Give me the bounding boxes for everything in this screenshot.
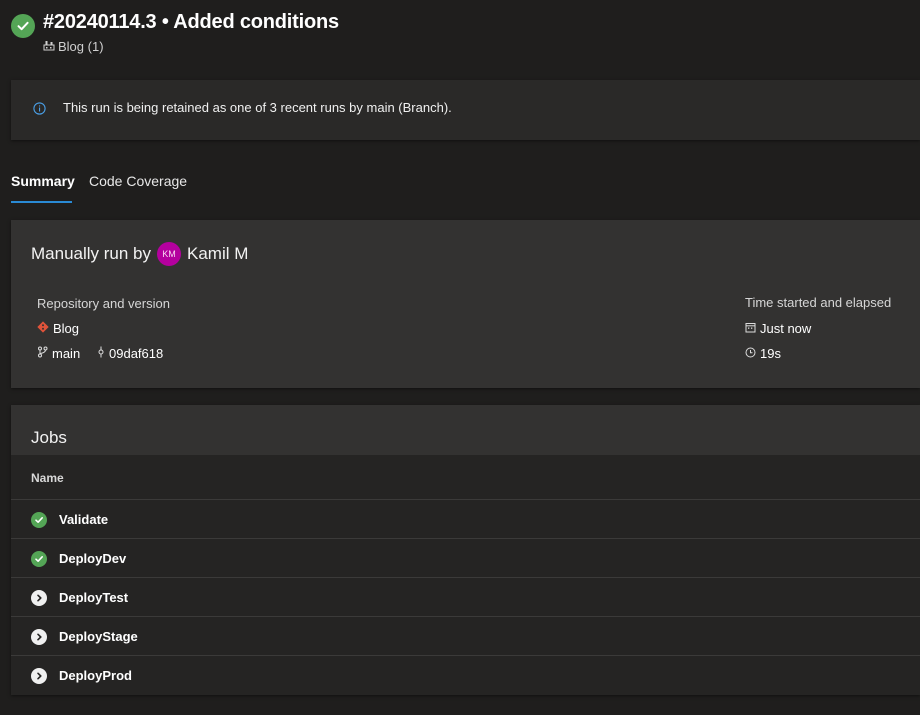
branch-icon	[37, 346, 48, 361]
pipeline-name: Blog (1)	[58, 39, 104, 54]
job-row-validate[interactable]: Validate	[11, 499, 920, 539]
job-name: DeployTest	[59, 590, 129, 605]
selected-tab-indicator	[11, 201, 72, 203]
run-by-label: Manually run by	[31, 244, 152, 263]
branch-name: main	[52, 346, 81, 361]
pipeline-icon	[43, 39, 55, 54]
run-summary-card: Manually run by KM Kamil M Repository an…	[11, 220, 920, 388]
tab-code-coverage[interactable]: Code Coverage	[89, 173, 187, 189]
chevron-right-icon	[31, 629, 47, 645]
job-row-deploytest[interactable]: DeployTest	[11, 577, 920, 617]
jobs-title: Jobs	[31, 428, 67, 447]
banner-message: This run is being retained as one of 3 r…	[63, 100, 452, 115]
time-heading: Time started and elapsed	[745, 295, 892, 310]
commit-icon	[97, 346, 105, 361]
commit-link[interactable]: 09daf618	[97, 346, 163, 361]
elapsed-value: 19s	[760, 346, 781, 361]
job-name: DeployStage	[59, 629, 138, 644]
git-repo-icon	[37, 321, 49, 336]
started-time: Just now	[745, 321, 811, 336]
repo-name: Blog	[53, 321, 80, 336]
avatar: KM	[157, 242, 182, 266]
commit-hash: 09daf618	[109, 346, 164, 361]
column-header-name[interactable]: Name	[31, 471, 64, 485]
started-value: Just now	[760, 321, 812, 336]
chevron-right-icon	[31, 668, 47, 684]
job-row-deployprod[interactable]: DeployProd	[11, 655, 920, 695]
chevron-right-icon	[31, 590, 47, 606]
repo-heading: Repository and version	[37, 296, 170, 311]
branch-link[interactable]: main	[37, 346, 80, 361]
job-row-deploystage[interactable]: DeployStage	[11, 616, 920, 656]
job-name: Validate	[59, 512, 109, 527]
calendar-icon	[745, 321, 756, 336]
job-name: DeployProd	[59, 668, 132, 683]
run-by-line: Manually run by KM Kamil M	[31, 242, 248, 266]
job-row-deploydev[interactable]: DeployDev	[11, 538, 920, 578]
tab-summary[interactable]: Summary	[11, 173, 75, 189]
pipeline-link[interactable]: Blog (1)	[43, 39, 104, 54]
jobs-panel: Jobs Name Validate DeployDev DeployTest …	[11, 405, 920, 695]
page-title: #20240114.3 • Added conditions	[43, 11, 339, 33]
repo-link[interactable]: Blog	[37, 321, 79, 336]
elapsed-time: 19s	[745, 346, 781, 361]
jobs-header: Jobs	[11, 405, 920, 455]
job-name: DeployDev	[59, 551, 127, 566]
success-check-icon	[31, 551, 47, 567]
info-icon	[33, 102, 46, 120]
success-check-icon	[11, 14, 35, 38]
user-name[interactable]: Kamil M	[187, 244, 248, 264]
retention-banner: This run is being retained as one of 3 r…	[11, 80, 920, 140]
clock-icon	[745, 346, 756, 361]
success-check-icon	[31, 512, 47, 528]
